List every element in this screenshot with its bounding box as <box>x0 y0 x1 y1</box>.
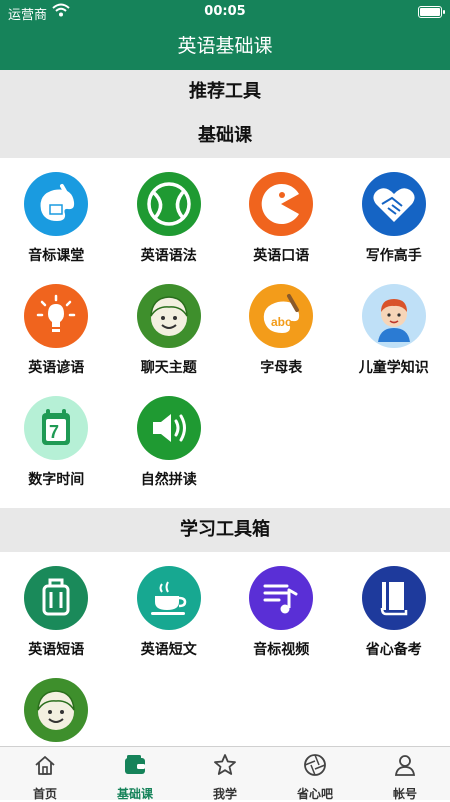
tab-wallet[interactable]: 基础课 <box>90 747 180 800</box>
tile-label: 自然拼读 <box>141 469 197 489</box>
lightbulb-icon <box>24 284 88 348</box>
tile-toolbox-0[interactable]: 英语短语 <box>0 566 113 678</box>
tile-toolbox-2[interactable]: 音标视频 <box>225 566 338 678</box>
tab-label: 基础课 <box>117 785 153 802</box>
suitcase-icon <box>24 566 88 630</box>
tile-toolbox-4[interactable]: 聊天 <box>0 678 113 746</box>
tile-label: 写作高手 <box>366 245 422 265</box>
toolbox-grid: 英语短语 英语短文 音标视频 省心备考聊天 <box>0 552 450 746</box>
tile-label: 音标视频 <box>253 639 309 659</box>
tile-basics-7[interactable]: 儿童学知识 <box>338 284 450 396</box>
face-icon <box>137 284 201 348</box>
tile-label: 英语短文 <box>141 639 197 659</box>
tile-basics-9[interactable]: 自然拼读 <box>113 396 226 508</box>
tile-basics-5[interactable]: 聊天主题 <box>113 284 226 396</box>
tile-label: 英语谚语 <box>28 357 84 377</box>
battery-icon <box>418 6 442 18</box>
section-header-toolbox: 学习工具箱 <box>0 508 450 552</box>
tile-toolbox-1[interactable]: 英语短文 <box>113 566 226 678</box>
teacup-icon <box>137 566 201 630</box>
status-bar: 运营商 00:05 <box>0 0 450 24</box>
tile-basics-6[interactable]: abc 字母表 <box>225 284 338 396</box>
child-icon <box>362 284 426 348</box>
tile-label: 音标课堂 <box>28 245 84 265</box>
pacman-icon <box>249 172 313 236</box>
wallet-icon <box>122 752 148 782</box>
user-icon <box>392 752 418 782</box>
star-icon <box>212 752 238 782</box>
section-header-basics: 基础课 <box>0 114 450 158</box>
svg-text:abc: abc <box>271 315 292 329</box>
music-list-icon <box>249 566 313 630</box>
nav-bar: 英语基础课 <box>0 24 450 70</box>
tile-basics-8[interactable]: 7 数字时间 <box>0 396 113 508</box>
tennis-ball-icon <box>137 172 201 236</box>
aperture-icon <box>302 752 328 782</box>
tab-label: 首页 <box>33 785 57 802</box>
tab-user[interactable]: 帐号 <box>360 747 450 800</box>
tab-label: 省心吧 <box>297 785 333 802</box>
speaker-icon <box>137 396 201 460</box>
clock: 00:05 <box>0 4 450 19</box>
tile-label: 英语语法 <box>141 245 197 265</box>
tile-basics-1[interactable]: 英语语法 <box>113 172 226 284</box>
book-icon <box>362 566 426 630</box>
calendar-seven-icon: 7 <box>24 396 88 460</box>
tile-label: 省心备考 <box>366 639 422 659</box>
tab-label: 帐号 <box>393 785 417 802</box>
tab-label: 我学 <box>213 785 237 802</box>
tile-basics-3[interactable]: 写作高手 <box>338 172 450 284</box>
palette-icon <box>24 172 88 236</box>
content-scroll[interactable]: 推荐工具 基础课 音标课堂 英语语法 英语口语 写作高手英语谚语 聊天主题 abc 字母表 儿… <box>0 70 450 746</box>
tab-aperture[interactable]: 省心吧 <box>270 747 360 800</box>
home-icon <box>32 752 58 782</box>
section-header-recommended: 推荐工具 <box>0 70 450 114</box>
tile-label: 儿童学知识 <box>359 357 429 377</box>
face-icon <box>24 678 88 742</box>
tile-label: 英语短语 <box>28 639 84 659</box>
svg-text:7: 7 <box>49 422 59 442</box>
tile-label: 字母表 <box>260 357 302 377</box>
basics-grid: 音标课堂 英语语法 英语口语 写作高手英语谚语 聊天主题 abc 字母表 儿童学知识 7 数字时间… <box>0 158 450 508</box>
tab-star[interactable]: 我学 <box>180 747 270 800</box>
tile-label: 聊天主题 <box>141 357 197 377</box>
tile-label: 数字时间 <box>28 469 84 489</box>
handshake-heart-icon <box>362 172 426 236</box>
abc-palette-icon: abc <box>249 284 313 348</box>
tile-basics-0[interactable]: 音标课堂 <box>0 172 113 284</box>
tab-bar: 首页 基础课 我学 省心吧 帐号 <box>0 746 450 800</box>
tile-basics-2[interactable]: 英语口语 <box>225 172 338 284</box>
tile-toolbox-3[interactable]: 省心备考 <box>338 566 450 678</box>
page-title: 英语基础课 <box>177 35 272 57</box>
tile-label: 英语口语 <box>253 245 309 265</box>
tab-home[interactable]: 首页 <box>0 747 90 800</box>
tile-basics-4[interactable]: 英语谚语 <box>0 284 113 396</box>
